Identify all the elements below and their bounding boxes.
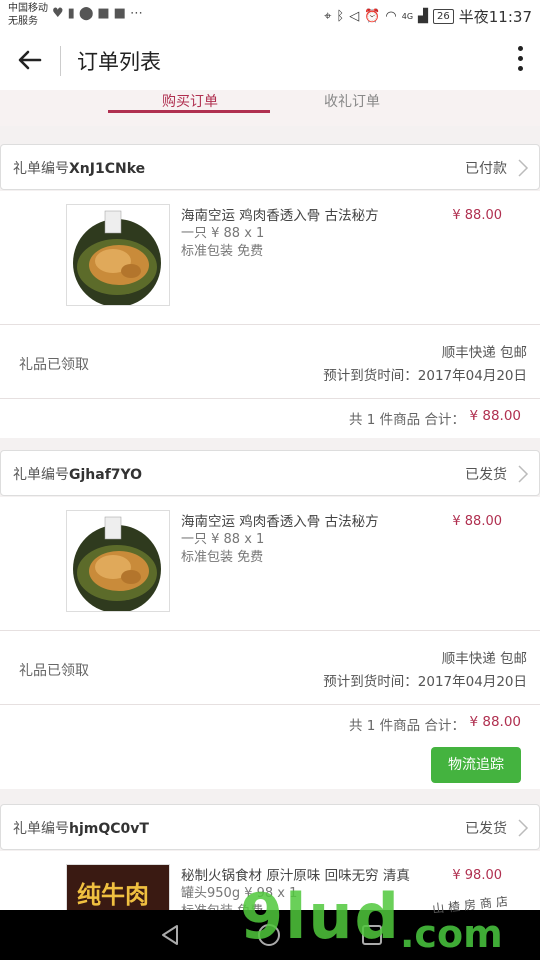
estimated-arrival: 预计到货时间：2017年04月20日 (323, 674, 527, 690)
carrier-name: 中国移动 (8, 3, 48, 14)
track-shipment-button[interactable]: 物流追踪 (431, 747, 521, 783)
watermark-logo: 9lud (240, 880, 401, 953)
order-number-value: XnJ1CNke (69, 161, 146, 177)
order-header[interactable]: 礼单编号hjmQC0vT 已发货 (0, 804, 540, 850)
order-number: 礼单编号XnJ1CNke (13, 158, 145, 178)
clock: 半夜11:37 (458, 8, 532, 26)
carrier-service: 无服务 (8, 16, 38, 27)
product-packaging: 标准包装 免费 (181, 550, 264, 565)
tab-received-orders[interactable]: 收礼订单 (324, 91, 380, 111)
watermark-domain: .com (400, 912, 503, 956)
product-price: ¥ 88.00 (452, 514, 502, 529)
heart-icon: ♥ (52, 6, 68, 21)
chicken-dish-image (73, 516, 161, 611)
total-label: 共 1 件商品 合计： (349, 412, 465, 428)
order-status: 已付款 (465, 161, 507, 177)
chicken-dish-image (73, 210, 161, 305)
order-item-block: 海南空运 鸡肉香透入骨 古法秘方 一只 ¥ 88 x 1 标准包装 免费 ¥ 8… (0, 191, 540, 438)
order-number: 礼单编号Gjhaf7YO (13, 464, 142, 484)
alarm-icon: ⏰ (364, 9, 381, 24)
order-number-value: Gjhaf7YO (69, 467, 143, 483)
order-item-block: 海南空运 鸡肉香透入骨 古法秘方 一只 ¥ 88 x 1 标准包装 免费 ¥ 8… (0, 497, 540, 789)
notification-icons: ♥▮⬤■■⋯ (52, 6, 147, 21)
wifi-icon: ◠ (385, 9, 397, 24)
gift-status: 礼品已领取 (19, 663, 89, 679)
tab-purchase-orders[interactable]: 购买订单 (162, 91, 218, 111)
battery-icon: 26 (433, 9, 454, 24)
order-status: 已发货 (465, 467, 507, 483)
product-name: 海南空运 鸡肉香透入骨 古法秘方 (181, 514, 379, 530)
total-amount: ¥ 88.00 (469, 408, 521, 424)
app-bar: 订单列表 (0, 30, 540, 90)
divider (0, 324, 540, 325)
product-thumbnail[interactable] (66, 510, 170, 612)
order-number-value: hjmQC0vT (69, 821, 149, 837)
network-type: 4G (401, 12, 414, 21)
page-title: 订单列表 (77, 50, 161, 74)
product-price: ¥ 98.00 (452, 868, 502, 883)
estimated-arrival: 预计到货时间：2017年04月20日 (323, 368, 527, 384)
bluetooth-icon: ᛒ (336, 9, 345, 24)
alert-icon: ▮ (67, 6, 79, 21)
arrow-left-icon[interactable] (14, 44, 46, 76)
total-label: 共 1 件商品 合计： (349, 718, 465, 734)
product-thumbnail[interactable]: 纯牛肉 (66, 864, 170, 910)
chevron-right-icon (518, 159, 529, 177)
divider (0, 704, 540, 705)
order-number-label: 礼单编号 (13, 821, 69, 837)
product-packaging: 标准包装 免费 (181, 244, 264, 259)
order-tabs: 购买订单 收礼订单 (0, 90, 540, 126)
product-name: 海南空运 鸡肉香透入骨 古法秘方 (181, 208, 379, 224)
status-bar: 中国移动 无服务 ♥▮⬤■■⋯ ⌖ ᛒ ◁ ⏰ ◠ 4G ▟ 26 半夜11:3… (0, 0, 540, 30)
product-thumbnail-text: 纯牛肉 (77, 881, 149, 909)
product-spec: 一只 ¥ 88 x 1 (181, 532, 265, 547)
more-vertical-icon[interactable] (516, 46, 524, 74)
order-number-label: 礼单编号 (13, 467, 69, 483)
order-header[interactable]: 礼单编号XnJ1CNke 已付款 (0, 144, 540, 190)
order-number-label: 礼单编号 (13, 161, 69, 177)
order-status: 已发货 (465, 821, 507, 837)
map-pin-icon: ⬤ (78, 6, 98, 21)
product-price: ¥ 88.00 (452, 208, 502, 223)
mute-icon: ◁ (349, 9, 360, 24)
title-divider (60, 46, 61, 76)
chevron-right-icon (518, 819, 529, 837)
product-spec: 一只 ¥ 88 x 1 (181, 226, 265, 241)
order-number: 礼单编号hjmQC0vT (13, 818, 149, 838)
order-header[interactable]: 礼单编号Gjhaf7YO 已发货 (0, 450, 540, 496)
shipping-method: 顺丰快递 包邮 (441, 651, 527, 667)
divider (0, 398, 540, 399)
beef-can-image: 纯牛肉 (67, 865, 169, 910)
nav-back-icon[interactable] (160, 924, 180, 946)
divider (0, 630, 540, 631)
carrier-text: 中国移动 无服务 (8, 2, 48, 28)
gift-status: 礼品已领取 (19, 357, 89, 373)
active-tab-indicator (108, 110, 270, 113)
chevron-right-icon (518, 465, 529, 483)
total-amount: ¥ 88.00 (469, 714, 521, 730)
product-thumbnail[interactable] (66, 204, 170, 306)
status-icons: ⌖ ᛒ ◁ ⏰ ◠ 4G ▟ 26 半夜11:37 (324, 6, 532, 27)
location-icon: ⌖ (324, 9, 332, 24)
app-badge-icon: ■ (97, 6, 114, 21)
signal-icon: ▟ (418, 9, 429, 24)
app-icon: ■ (113, 6, 130, 21)
shipping-method: 顺丰快递 包邮 (441, 345, 527, 361)
more-dots-icon: ⋯ (129, 6, 147, 21)
